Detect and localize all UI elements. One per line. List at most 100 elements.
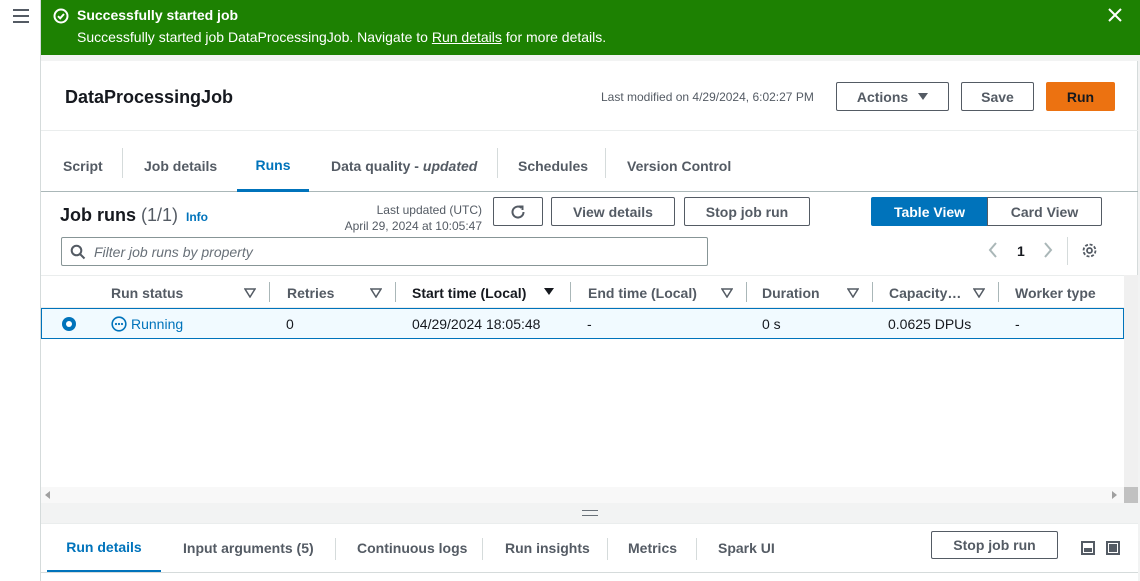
column-divider <box>872 282 873 302</box>
sort-icon[interactable] <box>721 288 733 298</box>
divider <box>41 572 1138 573</box>
prev-page-button[interactable] <box>987 241 999 262</box>
tab-divider <box>122 148 123 178</box>
actions-label: Actions <box>856 88 909 105</box>
tab-divider <box>482 538 483 560</box>
actions-button[interactable]: Actions <box>836 82 949 111</box>
page-title: DataProcessingJob <box>65 87 234 107</box>
drag-handle-icon <box>581 510 598 516</box>
tab-script[interactable]: Script <box>63 140 103 192</box>
column-divider <box>746 282 747 302</box>
runs-title: Job runs <box>60 205 137 225</box>
caret-down-icon <box>918 93 929 100</box>
last-updated-value: April 29, 2024 at 10:05:47 <box>344 219 482 233</box>
success-check-icon <box>53 8 69 24</box>
refresh-icon <box>511 205 525 219</box>
tab-schedules[interactable]: Schedules <box>518 140 588 192</box>
capacity-cell: 0.0625 DPUs <box>888 316 972 332</box>
left-nav <box>0 0 41 581</box>
tab-version-control[interactable]: Version Control <box>627 140 731 192</box>
tab-spark-ui[interactable]: Spark UI <box>718 524 775 572</box>
job-container: DataProcessingJob Last modified on 4/29/… <box>41 61 1138 581</box>
save-button[interactable]: Save <box>961 82 1034 111</box>
sort-icon[interactable] <box>847 288 859 298</box>
job-header: DataProcessingJob Last modified on 4/29/… <box>41 61 1138 131</box>
col-run-status[interactable]: Run status <box>111 276 183 309</box>
sort-desc-icon[interactable] <box>544 288 554 295</box>
panel-maximize-icon[interactable] <box>1106 541 1120 555</box>
menu-icon[interactable] <box>13 9 29 23</box>
filter-input[interactable] <box>94 242 694 262</box>
scrollbar-thumb[interactable] <box>1124 487 1138 503</box>
page-number[interactable]: 1 <box>1017 243 1025 259</box>
horizontal-scrollbar[interactable] <box>41 487 1124 503</box>
flash-message-suffix: for more details. <box>501 29 607 45</box>
tab-run-details[interactable]: Run details <box>47 524 161 572</box>
updated-badge: updated <box>422 158 478 174</box>
sort-icon[interactable] <box>973 288 985 298</box>
refresh-button[interactable] <box>493 197 543 226</box>
scroll-left-icon[interactable] <box>45 491 51 499</box>
next-page-button[interactable] <box>1042 241 1054 262</box>
end-time-cell: - <box>587 316 592 332</box>
column-divider <box>570 282 571 302</box>
tab-divider <box>607 538 608 560</box>
col-retries[interactable]: Retries <box>287 276 334 309</box>
scroll-right-icon[interactable] <box>1112 491 1118 499</box>
run-button[interactable]: Run <box>1046 82 1115 111</box>
flash-message-prefix: Successfully started job DataProcessingJ… <box>77 29 432 45</box>
tab-run-insights[interactable]: Run insights <box>505 524 590 572</box>
tab-divider <box>497 148 498 178</box>
tab-continuous-logs[interactable]: Continuous logs <box>357 524 467 572</box>
tab-divider <box>335 538 336 560</box>
pager-divider <box>1067 237 1068 265</box>
last-updated: Last updated (UTC) April 29, 2024 at 10:0… <box>340 202 482 234</box>
run-details-link[interactable]: Run details <box>432 29 502 45</box>
table-header: Run status Retries Start time (Local) En… <box>41 275 1124 308</box>
col-worker-type[interactable]: Worker type <box>1015 276 1096 309</box>
col-start-time[interactable]: Start time (Local) <box>412 276 526 309</box>
tab-runs[interactable]: Runs <box>237 140 309 192</box>
run-status-cell: Running <box>111 316 183 332</box>
col-duration[interactable]: Duration <box>762 276 820 309</box>
panel-resize-handle[interactable] <box>41 503 1138 523</box>
vertical-scrollbar[interactable] <box>1124 275 1138 503</box>
job-tabs: Script Job details Runs Data quality - up… <box>41 140 1138 192</box>
column-divider <box>395 282 396 302</box>
stop-job-run-button[interactable]: Stop job run <box>684 197 810 226</box>
runs-count: (1/1) <box>141 205 179 225</box>
close-icon[interactable] <box>1106 6 1124 24</box>
panel-bottom-icon[interactable] <box>1081 541 1095 555</box>
gear-icon <box>1082 243 1097 258</box>
sort-icon[interactable] <box>244 288 256 298</box>
chevron-left-icon <box>988 242 997 258</box>
column-divider <box>998 282 999 302</box>
duration-cell: 0 s <box>762 316 781 332</box>
view-details-button[interactable]: View details <box>551 197 675 226</box>
tab-metrics[interactable]: Metrics <box>628 524 677 572</box>
row-select-radio[interactable] <box>62 317 76 331</box>
tab-divider <box>696 538 697 560</box>
tab-input-arguments[interactable]: Input arguments (5) <box>183 524 314 572</box>
tab-job-details[interactable]: Job details <box>144 140 217 192</box>
col-end-time[interactable]: End time (Local) <box>588 276 697 309</box>
tab-data-quality[interactable]: Data quality - updated <box>331 140 477 192</box>
content-area: DataProcessingJob Last modified on 4/29/… <box>41 55 1140 581</box>
col-capacity[interactable]: Capacity… <box>889 276 961 309</box>
filter-field <box>61 237 708 266</box>
sort-icon[interactable] <box>370 288 382 298</box>
search-icon <box>70 244 86 260</box>
chevron-right-icon <box>1044 242 1053 258</box>
start-time-cell: 04/29/2024 18:05:48 <box>412 316 541 332</box>
table-row[interactable]: Running 0 04/29/2024 18:05:48 - 0 s 0.06… <box>41 308 1124 339</box>
column-divider <box>269 282 270 302</box>
worker-type-cell: - <box>1015 316 1020 332</box>
info-link[interactable]: Info <box>186 210 208 224</box>
settings-button[interactable] <box>1081 242 1098 262</box>
bottom-panel: Run details Input arguments (5) Continuo… <box>41 523 1138 581</box>
flash-message: Successfully started job DataProcessingJ… <box>77 29 606 45</box>
table-view-toggle[interactable]: Table View <box>871 197 988 226</box>
card-view-toggle[interactable]: Card View <box>987 197 1102 226</box>
bottom-stop-job-run-button[interactable]: Stop job run <box>931 531 1058 559</box>
tab-data-quality-label: Data quality - <box>331 158 419 174</box>
